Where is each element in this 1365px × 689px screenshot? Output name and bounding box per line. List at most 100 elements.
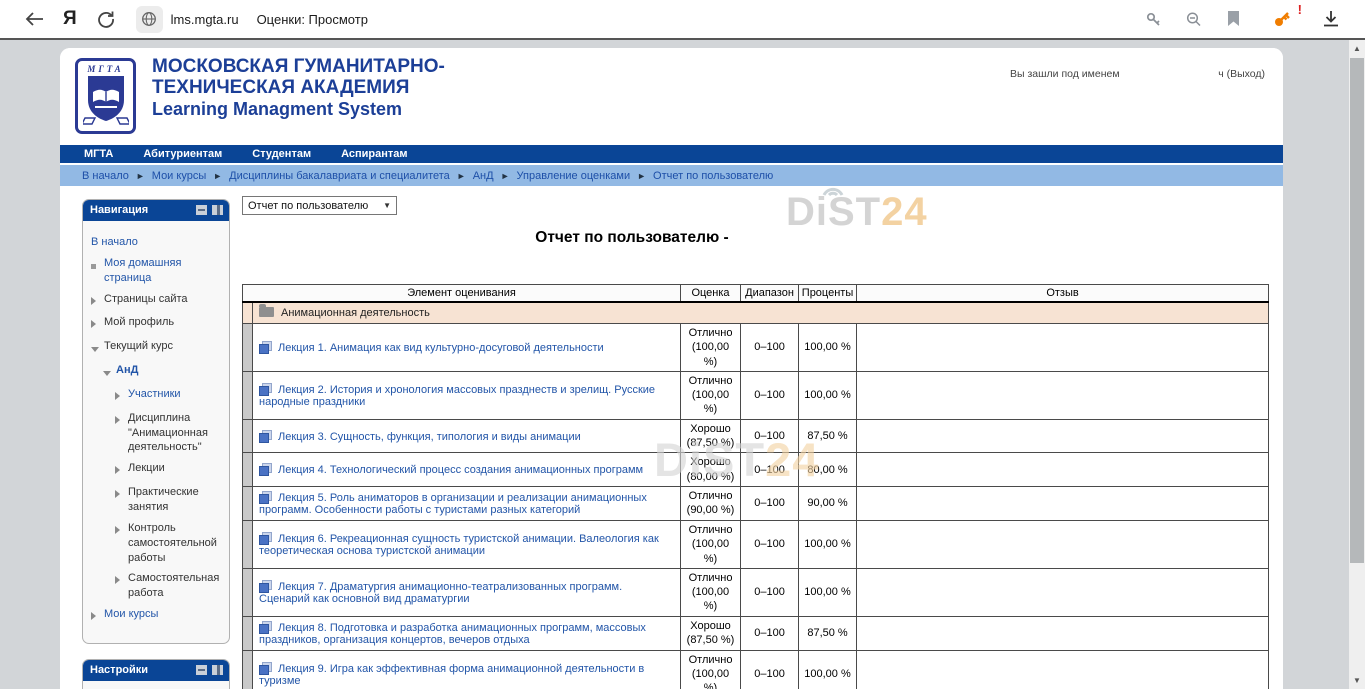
address-url[interactable]: lms.mgta.ru — [171, 12, 239, 27]
breadcrumb: В начало►Мои курсы►Дисциплины бакалавриа… — [60, 165, 1283, 186]
collapsed-icon — [115, 461, 128, 479]
protect-alert-icon[interactable]: ! — [1269, 6, 1295, 32]
nav-item-1[interactable]: МГТА — [84, 148, 113, 160]
grade-item-row: Лекция 4. Технологический процесс создан… — [243, 453, 1269, 487]
site-security-chip[interactable] — [136, 6, 163, 33]
grade-item-link[interactable]: Лекция 9. Игра как эффективная форма ани… — [259, 663, 644, 687]
sidebar-item-label: Мои курсы — [104, 607, 158, 622]
expanded-arrow-icon[interactable] — [91, 347, 99, 352]
breadcrumb-item-2[interactable]: Мои курсы — [152, 170, 206, 182]
indent-cell — [243, 486, 253, 520]
nav-item-2[interactable]: Абитуриентам — [143, 148, 222, 160]
percent-cell: 100,00 % — [799, 520, 857, 568]
grade-item-row: Лекция 1. Анимация как вид культурно-дос… — [243, 324, 1269, 372]
range-cell: 0–100 — [741, 324, 799, 372]
collapsed-arrow-icon[interactable] — [91, 320, 96, 328]
item-name-cell: Лекция 1. Анимация как вид культурно-дос… — [253, 324, 681, 372]
grade-cell: Отлично(90,00 %) — [681, 486, 741, 520]
grade-percent: (87,50 %) — [686, 436, 735, 450]
grade-item-link[interactable]: Лекция 5. Роль аниматоров в организации … — [259, 492, 647, 516]
column-header: Проценты — [799, 285, 857, 303]
feedback-cell — [857, 520, 1269, 568]
sidebar-item-label: Контроль самостоятельной работы — [128, 521, 225, 566]
item-name-cell: Лекция 9. Игра как эффективная форма ани… — [253, 650, 681, 689]
feedback-cell — [857, 419, 1269, 453]
search-icon[interactable] — [1180, 6, 1206, 32]
sidebar-item[interactable]: Участники — [115, 387, 225, 405]
collapsed-arrow-icon[interactable] — [115, 416, 120, 424]
nav-item-4[interactable]: Аспирантам — [341, 148, 407, 160]
grade-item-link[interactable]: Лекция 7. Драматургия анимационно-театра… — [259, 581, 622, 605]
alert-badge: ! — [1298, 2, 1302, 17]
grade-cell: Отлично(100,00 %) — [681, 568, 741, 616]
tab-page-title: Оценки: Просмотр — [257, 12, 368, 27]
collapse-block-icon[interactable] — [196, 665, 207, 675]
grade-item-link[interactable]: Лекция 1. Анимация как вид культурно-дос… — [278, 342, 604, 354]
globe-icon — [141, 11, 157, 27]
grade-item-link[interactable]: Лекция 3. Сущность, функция, типология и… — [278, 431, 581, 443]
main-navbar: МГТА Абитуриентам Студентам Аспирантам — [60, 145, 1283, 163]
sidebar-item[interactable]: АнД — [103, 363, 225, 381]
collapse-block-icon[interactable] — [196, 205, 207, 215]
back-icon[interactable] — [21, 6, 47, 32]
breadcrumb-separator-icon: ► — [637, 171, 646, 181]
breadcrumb-item-1[interactable]: В начало — [82, 170, 129, 182]
collapsed-arrow-icon[interactable] — [115, 466, 120, 474]
sidebar-item-label: Мой профиль — [104, 315, 174, 330]
indent-cell — [243, 650, 253, 689]
item-name-cell: Лекция 5. Роль аниматоров в организации … — [253, 486, 681, 520]
item-name-cell: Лекция 2. История и хронология массовых … — [253, 371, 681, 419]
percent-cell: 87,50 % — [799, 616, 857, 650]
breadcrumb-item-3[interactable]: Дисциплины бакалавриата и специалитета — [229, 170, 450, 182]
scroll-up-icon[interactable]: ▲ — [1349, 44, 1365, 53]
nav-item-3[interactable]: Студентам — [252, 148, 311, 160]
grade-word: Отлично — [686, 653, 735, 667]
collapsed-arrow-icon[interactable] — [115, 576, 120, 584]
percent-cell: 100,00 % — [799, 650, 857, 689]
dock-block-icon[interactable] — [212, 205, 223, 215]
sidebar-item: Самостоятельная работа — [115, 571, 225, 601]
report-type-select[interactable]: Отчет по пользователю ▼ — [242, 196, 397, 215]
collapsed-arrow-icon[interactable] — [115, 490, 120, 498]
refresh-icon[interactable] — [93, 6, 119, 32]
grade-item-row: Лекция 8. Подготовка и разработка анимац… — [243, 616, 1269, 650]
collapsed-arrow-icon[interactable] — [91, 297, 96, 305]
breadcrumb-item-5[interactable]: Управление оценками — [517, 170, 631, 182]
grade-cell: Отлично(100,00 %) — [681, 371, 741, 419]
collapsed-arrow-icon[interactable] — [115, 526, 120, 534]
download-icon[interactable] — [1318, 6, 1344, 32]
yandex-browser-icon[interactable]: Я — [63, 8, 77, 30]
sidebar-item[interactable]: Мои курсы — [91, 607, 225, 625]
grade-item-link[interactable]: Лекция 8. Подготовка и разработка анимац… — [259, 622, 646, 646]
sidebar-item: Контроль самостоятельной работы — [115, 521, 225, 566]
grade-item-link[interactable]: Лекция 6. Рекреационная сущность туристс… — [259, 533, 659, 557]
scrollbar-thumb[interactable] — [1350, 58, 1364, 563]
sidebar-item-label: Практические занятия — [128, 485, 225, 515]
collapsed-arrow-icon[interactable] — [91, 612, 96, 620]
logout-link[interactable]: ч (Выход) — [1218, 68, 1265, 80]
password-key-icon[interactable] — [1140, 6, 1166, 32]
sidebar-item[interactable]: В начало — [91, 235, 225, 250]
grade-item-row: Лекция 5. Роль аниматоров в организации … — [243, 486, 1269, 520]
lesson-icon — [259, 430, 272, 443]
scroll-down-icon[interactable]: ▼ — [1349, 676, 1365, 685]
collapsed-icon — [91, 607, 104, 625]
breadcrumb-item-6[interactable]: Отчет по пользователю — [653, 170, 773, 182]
bookmark-icon[interactable] — [1220, 6, 1246, 32]
sidebar-item-label: Страницы сайта — [104, 292, 188, 307]
breadcrumb-item-4[interactable]: АнД — [473, 170, 494, 182]
expanded-arrow-icon[interactable] — [103, 371, 111, 376]
dock-block-icon[interactable] — [212, 665, 223, 675]
sidebar-item[interactable]: Моя домашняя страница — [91, 256, 225, 286]
range-cell: 0–100 — [741, 453, 799, 487]
settings-block: Настройки Управление оценкамиОбзорный от… — [82, 659, 230, 689]
grade-item-link[interactable]: Лекция 2. История и хронология массовых … — [259, 384, 655, 408]
collapsed-arrow-icon[interactable] — [115, 392, 120, 400]
academy-logo[interactable]: МГТА — [75, 58, 136, 134]
page-scrollbar[interactable]: ▲ ▼ — [1349, 40, 1365, 689]
grade-word: Отлично — [686, 326, 735, 340]
grade-item-link[interactable]: Лекция 4. Технологический процесс создан… — [278, 464, 643, 476]
lesson-icon — [259, 341, 272, 354]
indent-cell — [243, 616, 253, 650]
grade-cell: Отлично(100,00 %) — [681, 650, 741, 689]
